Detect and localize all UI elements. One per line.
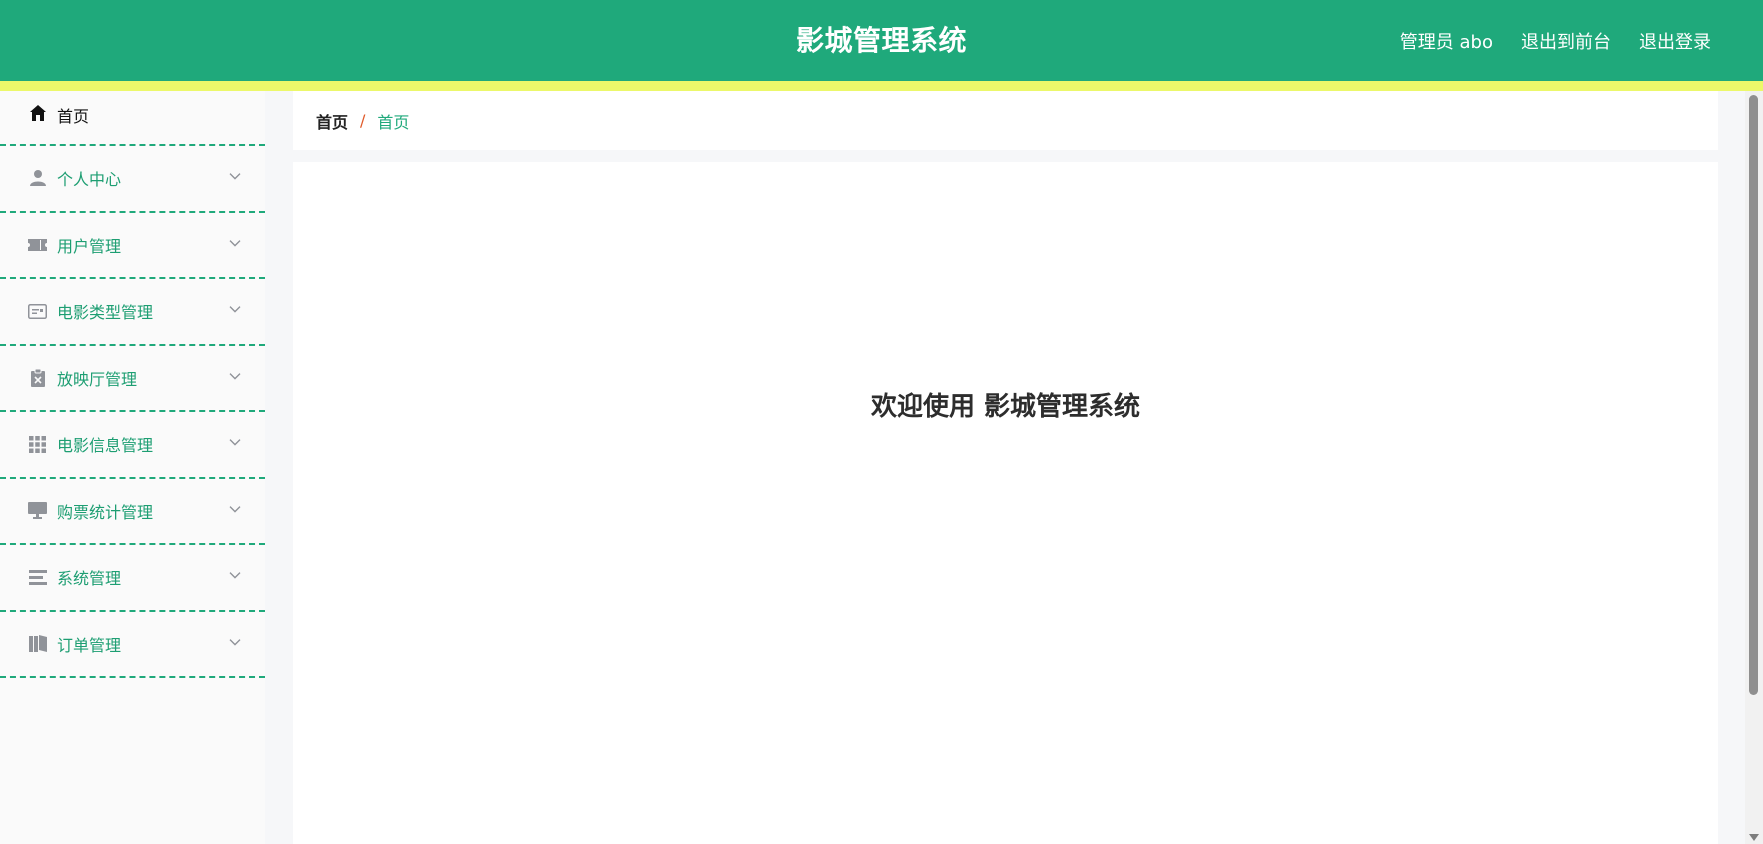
sidebar-item-system-management[interactable]: 系统管理 (0, 545, 265, 612)
sidebar-item-order-management[interactable]: 订单管理 (0, 612, 265, 678)
monitor-icon (28, 501, 47, 520)
chevron-down-icon (229, 572, 241, 579)
scroll-down-arrow-icon[interactable] (1749, 834, 1759, 841)
sidebar-item-ticket-stats-management[interactable]: 购票统计管理 (0, 479, 265, 545)
header-links: 管理员 abo 退出到前台 退出登录 (1400, 0, 1711, 81)
admin-user-label[interactable]: 管理员 abo (1400, 28, 1493, 54)
chevron-down-icon (229, 439, 241, 446)
exit-to-frontend-link[interactable]: 退出到前台 (1521, 28, 1611, 54)
sidebar-item-label: 订单管理 (57, 635, 122, 655)
breadcrumb-separator: / (360, 111, 366, 130)
sidebar-item-movie-type-management[interactable]: 电影类型管理 (0, 279, 265, 346)
chevron-down-icon (229, 638, 241, 646)
breadcrumb: 首页 / 首页 (293, 91, 1718, 150)
sidebar-item-home[interactable]: 首页 (0, 91, 265, 146)
sidebar-item-hall-management[interactable]: 放映厅管理 (0, 346, 265, 412)
scrollbar-thumb[interactable] (1749, 95, 1758, 695)
main-content-card: 欢迎使用 影城管理系统 (293, 162, 1718, 844)
sidebar-item-user-management[interactable]: 用户管理 (0, 213, 265, 279)
id-card-icon (28, 302, 47, 321)
breadcrumb-root[interactable]: 首页 (316, 109, 348, 133)
sidebar-item-label: 首页 (57, 107, 90, 126)
sidebar-item-label: 电影信息管理 (57, 436, 154, 456)
sidebar-item-label: 购票统计管理 (57, 502, 154, 522)
chevron-down-icon (229, 173, 241, 180)
chevron-down-icon (229, 372, 241, 380)
chevron-down-icon (229, 505, 241, 513)
sidebar-item-label: 个人中心 (57, 170, 122, 190)
sidebar-item-label: 系统管理 (57, 569, 122, 589)
clipboard-icon (28, 368, 47, 388)
sidebar-item-personal-center[interactable]: 个人中心 (0, 146, 265, 213)
sidebar-item-movie-info-management[interactable]: 电影信息管理 (0, 412, 265, 479)
chevron-down-icon (229, 239, 241, 247)
sidebar: 首页 个人中心 用户管理 电影类型管理 放映厅管理 电影信息管理 购票统计管理 … (0, 91, 265, 844)
chevron-down-icon (229, 306, 241, 313)
sidebar-item-label: 电影类型管理 (57, 303, 154, 323)
breadcrumb-current: 首页 (377, 112, 410, 132)
book-icon (28, 634, 47, 653)
list-icon (28, 568, 47, 587)
grid-icon (28, 435, 47, 454)
home-icon (28, 103, 47, 122)
sidebar-item-label: 用户管理 (57, 236, 122, 256)
user-icon (28, 169, 47, 188)
welcome-message: 欢迎使用 影城管理系统 (870, 392, 1141, 422)
vertical-scrollbar[interactable] (1745, 91, 1763, 844)
logout-link[interactable]: 退出登录 (1639, 28, 1711, 54)
sidebar-item-label: 放映厅管理 (57, 369, 138, 389)
ticket-icon (28, 235, 47, 254)
header-accent-line (0, 81, 1763, 91)
